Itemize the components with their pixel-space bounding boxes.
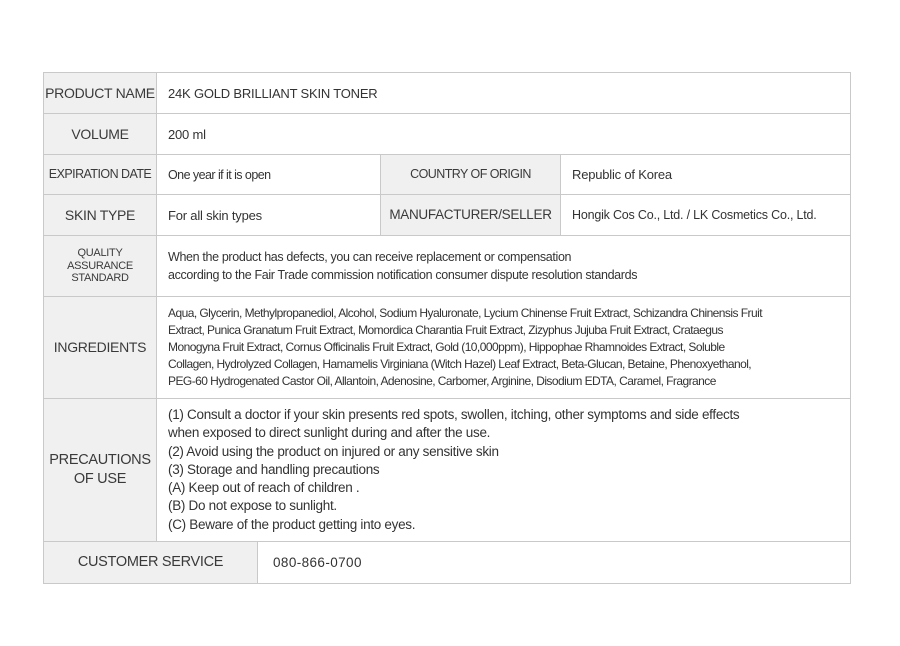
qa-label-line: STANDARD	[71, 272, 129, 285]
ingredients-line: Monogyna Fruit Extract, Cornus Officinal…	[168, 340, 725, 354]
expiration-date-value: One year if it is open	[157, 155, 381, 194]
precaution-line: (3) Storage and handling precautions	[168, 461, 380, 477]
qa-text-line: When the product has defects, you can re…	[168, 250, 572, 264]
precautions-label: PRECAUTIONS OF USE	[44, 399, 157, 541]
row-skin-manufacturer: SKIN TYPE For all skin types MANUFACTURE…	[44, 195, 850, 236]
customer-service-phone: 080-866-0700	[273, 555, 362, 570]
ingredients-label: INGREDIENTS	[44, 297, 157, 398]
row-volume: VOLUME 200 ml	[44, 114, 850, 155]
row-ingredients: INGREDIENTS Aqua, Glycerin, Methylpropan…	[44, 297, 850, 399]
quality-assurance-text: When the product has defects, you can re…	[157, 236, 850, 296]
row-quality-assurance: QUALITY ASSURANCE STANDARD When the prod…	[44, 236, 850, 297]
precaution-line: (2) Avoid using the product on injured o…	[168, 443, 499, 459]
customer-service-label: CUSTOMER SERVICE	[44, 542, 258, 583]
precautions-text: (1) Consult a doctor if your skin presen…	[157, 399, 850, 541]
precaution-line: when exposed to direct sunlight during a…	[168, 425, 491, 441]
ingredients-line: Extract, Punica Granatum Fruit Extract, …	[168, 323, 724, 337]
product-info-table: PRODUCT NAME 24K GOLD BRILLIANT SKIN TON…	[43, 72, 851, 584]
precautions-label-line: PRECAUTIONS	[49, 452, 151, 468]
ingredients-line: PEG-60 Hydrogenated Castor Oil, Allantoi…	[168, 374, 716, 388]
precaution-line: (B) Do not expose to sunlight.	[168, 498, 337, 514]
product-name-label: PRODUCT NAME	[44, 73, 157, 113]
row-product-name: PRODUCT NAME 24K GOLD BRILLIANT SKIN TON…	[44, 73, 850, 114]
precaution-line: (A) Keep out of reach of children .	[168, 480, 360, 496]
row-customer-service: CUSTOMER SERVICE 080-866-0700	[44, 542, 850, 583]
quality-assurance-label: QUALITY ASSURANCE STANDARD	[44, 236, 157, 296]
manufacturer-label: MANUFACTURER/SELLER	[381, 195, 561, 235]
precaution-line: (C) Beware of the product getting into e…	[168, 516, 416, 532]
ingredients-line: Collagen, Hydrolyzed Collagen, Hamamelis…	[168, 357, 752, 371]
country-of-origin-label: COUNTRY OF ORIGIN	[381, 155, 561, 194]
row-expiration-origin: EXPIRATION DATE One year if it is open C…	[44, 155, 850, 195]
expiration-date-label: EXPIRATION DATE	[44, 155, 157, 194]
ingredients-text: Aqua, Glycerin, Methylpropanediol, Alcoh…	[157, 297, 850, 398]
qa-text-line: according to the Fair Trade commission n…	[168, 268, 638, 282]
qa-label-line: ASSURANCE	[67, 259, 133, 272]
country-of-origin-value: Republic of Korea	[572, 167, 672, 182]
skin-type-value: For all skin types	[157, 195, 381, 235]
qa-label-line: QUALITY	[77, 247, 123, 260]
precautions-label-line: OF USE	[73, 471, 127, 487]
ingredients-line: Aqua, Glycerin, Methylpropanediol, Alcoh…	[168, 306, 763, 320]
volume-value: 200 ml	[168, 126, 206, 142]
skin-type-label: SKIN TYPE	[44, 195, 157, 235]
product-name-value: 24K GOLD BRILLIANT SKIN TONER	[168, 85, 378, 101]
precaution-line: (1) Consult a doctor if your skin presen…	[168, 406, 740, 422]
manufacturer-value: Hongik Cos Co., Ltd. / LK Cosmetics Co.,…	[572, 208, 817, 222]
row-precautions: PRECAUTIONS OF USE (1) Consult a doctor …	[44, 399, 850, 542]
volume-label: VOLUME	[44, 114, 157, 154]
